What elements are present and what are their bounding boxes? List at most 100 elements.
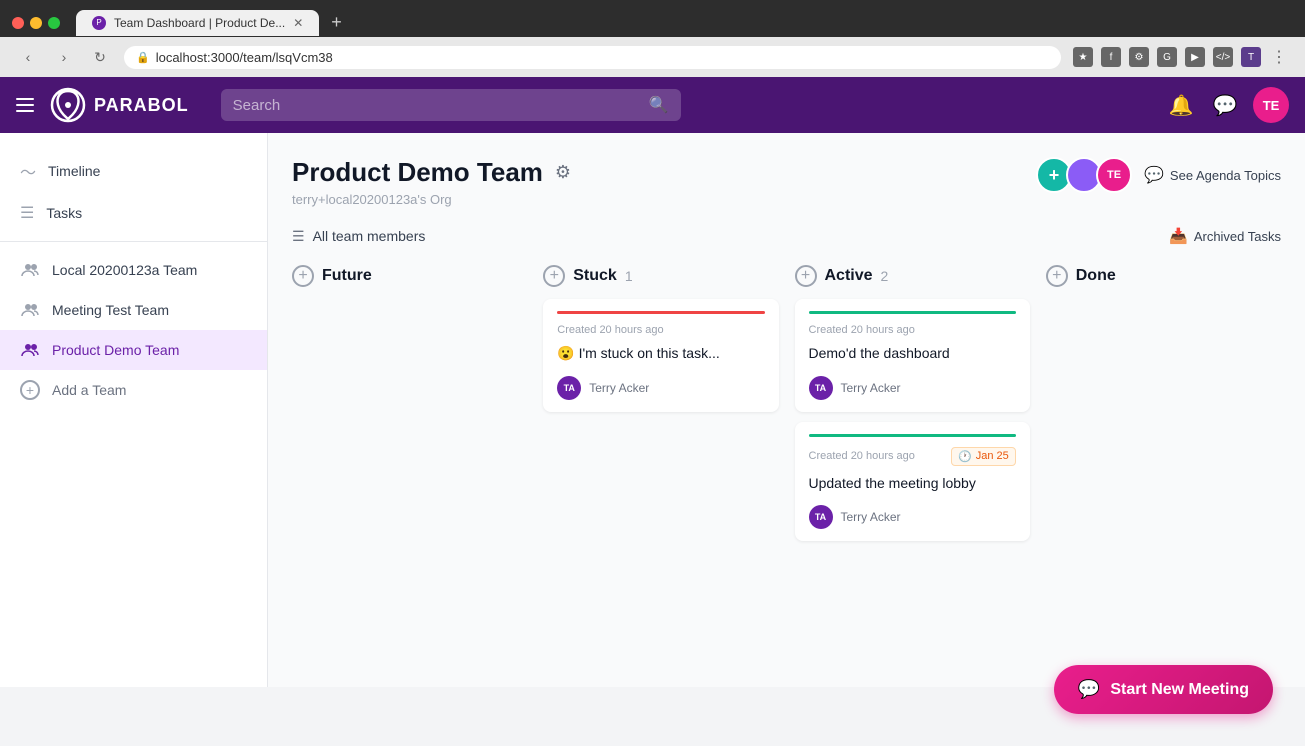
- filters-bar: ☰ All team members 📥 Archived Tasks: [292, 227, 1281, 245]
- column-count-stuck: 1: [625, 268, 633, 284]
- logo-icon: [50, 87, 86, 123]
- team-label: Product Demo Team: [52, 342, 179, 358]
- hamburger-line-1: [16, 98, 34, 100]
- add-future-card[interactable]: +: [292, 265, 314, 287]
- filter-icon: ☰: [292, 228, 305, 245]
- task-card-active-2: Created 20 hours ago 🕐 Jan 25 Updated th…: [795, 422, 1030, 542]
- add-icon: +: [20, 380, 40, 400]
- see-agenda-button[interactable]: 💬 See Agenda Topics: [1144, 165, 1281, 185]
- tab-close-btn[interactable]: ✕: [293, 16, 303, 30]
- browser-tab[interactable]: P Team Dashboard | Product De... ✕: [76, 10, 319, 36]
- tasks-icon: ☰: [20, 203, 34, 223]
- new-tab-button[interactable]: +: [323, 8, 350, 37]
- add-stuck-card[interactable]: +: [543, 265, 565, 287]
- all-members-label: All team members: [313, 228, 426, 244]
- ext-3-icon[interactable]: G: [1157, 47, 1177, 67]
- add-team-label: Add a Team: [52, 382, 126, 398]
- team-header: Product Demo Team ⚙ terry+local20200123a…: [292, 157, 1281, 207]
- team-label: Meeting Test Team: [52, 302, 169, 318]
- card-content: Updated the meeting lobby: [809, 474, 1016, 494]
- start-meeting-label: Start New Meeting: [1110, 681, 1249, 699]
- navbar-actions: 🔔 💬 TE: [1165, 87, 1289, 123]
- maximize-dot[interactable]: [48, 17, 60, 29]
- clock-icon: 🕐: [958, 450, 972, 463]
- ext-profile-icon[interactable]: T: [1241, 47, 1261, 67]
- add-done-card[interactable]: +: [1046, 265, 1068, 287]
- url-text: localhost:3000/team/lsqVcm38: [156, 50, 333, 65]
- team-header-right: + TE 💬 See Agenda Topics: [1036, 157, 1281, 193]
- ext-star-icon[interactable]: ★: [1073, 47, 1093, 67]
- sidebar-item-product-demo[interactable]: Product Demo Team: [0, 330, 267, 370]
- ext-2-icon[interactable]: ⚙: [1129, 47, 1149, 67]
- search-input[interactable]: [233, 97, 641, 114]
- team-org: terry+local20200123a's Org: [292, 192, 571, 207]
- team-settings-button[interactable]: ⚙: [555, 162, 571, 183]
- due-badge: 🕐 Jan 25: [951, 447, 1016, 466]
- team-title: Product Demo Team: [292, 157, 543, 188]
- team-avatars: + TE: [1036, 157, 1132, 193]
- team-avatar-te[interactable]: TE: [1096, 157, 1132, 193]
- see-agenda-label: See Agenda Topics: [1170, 168, 1281, 183]
- card-created-text: Created 20 hours ago: [557, 324, 663, 336]
- ext-5-icon[interactable]: </>: [1213, 47, 1233, 67]
- column-title-stuck: Stuck: [573, 267, 617, 285]
- archived-label: Archived Tasks: [1194, 229, 1281, 244]
- start-meeting-button[interactable]: 💬 Start New Meeting: [1054, 665, 1273, 714]
- card-user-avatar: TA: [557, 376, 581, 400]
- chat-button[interactable]: 💬: [1209, 89, 1241, 121]
- card-indicator: [809, 311, 1016, 314]
- archive-icon: 📥: [1169, 227, 1188, 245]
- user-avatar[interactable]: TE: [1253, 87, 1289, 123]
- add-active-card[interactable]: +: [795, 265, 817, 287]
- archived-tasks-button[interactable]: 📥 Archived Tasks: [1169, 227, 1281, 245]
- forward-button[interactable]: ›: [52, 45, 76, 69]
- sidebar-item-meeting-test[interactable]: Meeting Test Team: [0, 290, 267, 330]
- column-done: + Done: [1046, 265, 1281, 299]
- column-future: + Future: [292, 265, 527, 299]
- team-label: Local 20200123a Team: [52, 262, 197, 278]
- column-title-done: Done: [1076, 267, 1116, 285]
- card-user-avatar: TA: [809, 376, 833, 400]
- ext-1-icon[interactable]: f: [1101, 47, 1121, 67]
- add-team-item[interactable]: + Add a Team: [0, 370, 267, 410]
- hamburger-line-2: [16, 104, 34, 106]
- sidebar-item-timeline[interactable]: 〜 Timeline: [0, 149, 267, 193]
- logo: PARABOL: [50, 87, 189, 123]
- tab-favicon: P: [92, 16, 106, 30]
- ext-4-icon[interactable]: ▶: [1185, 47, 1205, 67]
- close-dot[interactable]: [12, 17, 24, 29]
- sidebar-item-label: Tasks: [46, 205, 82, 221]
- hamburger-menu[interactable]: [16, 98, 34, 112]
- task-card-stuck-1: Created 20 hours ago 😮 I'm stuck on this…: [543, 299, 778, 412]
- ext-menu-icon[interactable]: ⋮: [1269, 47, 1289, 67]
- minimize-dot[interactable]: [30, 17, 42, 29]
- card-created-text: Created 20 hours ago: [809, 324, 915, 336]
- search-container: 🔍: [221, 89, 681, 121]
- sidebar-divider: [0, 241, 267, 242]
- card-user-avatar: TA: [809, 505, 833, 529]
- notifications-button[interactable]: 🔔: [1165, 89, 1197, 121]
- reload-button[interactable]: ↻: [88, 45, 112, 69]
- timeline-icon: 〜: [20, 159, 36, 183]
- card-indicator: [809, 434, 1016, 437]
- agenda-icon: 💬: [1144, 165, 1164, 185]
- logo-text: PARABOL: [94, 95, 189, 116]
- tab-title: Team Dashboard | Product De...: [114, 16, 285, 30]
- column-count-active: 2: [881, 268, 889, 284]
- meeting-icon: 💬: [1078, 679, 1100, 700]
- card-created-row: Created 20 hours ago 🕐 Jan 25: [809, 447, 1016, 466]
- card-user-name: Terry Acker: [841, 510, 901, 524]
- card-created-text: Created 20 hours ago: [809, 450, 915, 462]
- card-content: Demo'd the dashboard: [809, 344, 1016, 364]
- card-user-name: Terry Acker: [589, 381, 649, 395]
- column-stuck: + Stuck 1 Created 20 hours ago 😮 I'm stu…: [543, 265, 778, 422]
- card-user-name: Terry Acker: [841, 381, 901, 395]
- sidebar-item-local-team[interactable]: Local 20200123a Team: [0, 250, 267, 290]
- task-card-active-1: Created 20 hours ago Demo'd the dashboar…: [795, 299, 1030, 412]
- all-members-filter[interactable]: ☰ All team members: [292, 228, 425, 245]
- back-button[interactable]: ‹: [16, 45, 40, 69]
- team-icon: [20, 260, 40, 280]
- sidebar-item-tasks[interactable]: ☰ Tasks: [0, 193, 267, 233]
- address-bar[interactable]: 🔒 localhost:3000/team/lsqVcm38: [124, 46, 1061, 69]
- card-indicator: [557, 311, 764, 314]
